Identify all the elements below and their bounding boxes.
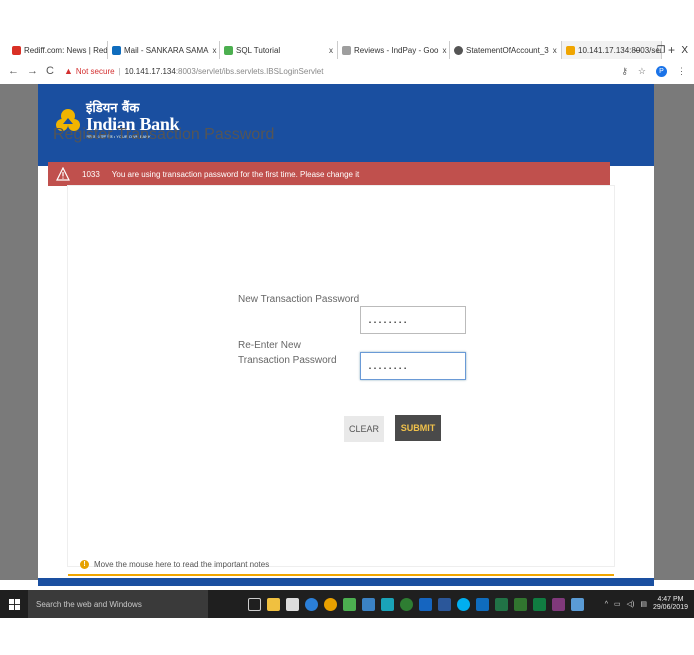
- windows-start-button[interactable]: [0, 590, 28, 618]
- url-path: :8003/servlet/ibs.servlets.IBSLoginServl…: [175, 66, 324, 76]
- alert-banner: 1033 You are using transaction password …: [48, 162, 610, 186]
- task-view-icon[interactable]: [248, 597, 261, 611]
- notes-divider: [68, 574, 614, 576]
- file-explorer-icon[interactable]: [267, 597, 280, 611]
- new-password-label: New Transaction Password: [238, 294, 360, 305]
- tray-chevron-icon[interactable]: ^: [605, 601, 608, 608]
- url-host: 10.141.17.134: [124, 66, 176, 76]
- paint-icon[interactable]: [381, 597, 394, 611]
- windows-taskbar: Search the web and Windows ^ ▭ ◁) ▤ 4:47…: [0, 590, 694, 618]
- media-icon[interactable]: [400, 597, 413, 611]
- address-bar: ← → C ▲ Not secure | 10.141.17.134:8003/…: [0, 60, 694, 82]
- tab-mail[interactable]: Mail - SANKARA SAMA x: [108, 41, 220, 59]
- close-icon[interactable]: x: [553, 46, 557, 55]
- key-icon[interactable]: ⚷: [621, 66, 628, 77]
- clear-button[interactable]: CLEAR: [344, 416, 384, 442]
- tab-label: Rediff.com: News | Redi: [24, 45, 108, 55]
- excel-icon[interactable]: [495, 597, 508, 611]
- volume-icon[interactable]: ◁): [627, 600, 635, 608]
- nav-buttons: ← → C: [8, 65, 54, 77]
- chrome-icon[interactable]: [324, 597, 337, 611]
- project-icon[interactable]: [514, 597, 527, 611]
- close-icon[interactable]: x: [442, 46, 446, 55]
- menu-dots-icon[interactable]: ⋮: [677, 66, 686, 77]
- network-icon[interactable]: ▭: [614, 600, 621, 608]
- taskbar-clock[interactable]: 4:47 PM 29/06/2019: [653, 596, 688, 613]
- tab-sql-tutorial[interactable]: SQL Tutorial x: [220, 41, 338, 59]
- edge-icon[interactable]: [305, 597, 318, 611]
- globe-icon: [454, 45, 463, 55]
- minimize-button[interactable]: –: [635, 45, 641, 56]
- submit-button[interactable]: SUBMIT: [395, 415, 441, 441]
- star-icon[interactable]: ☆: [638, 66, 646, 77]
- warning-triangle-icon[interactable]: ▲: [64, 66, 73, 76]
- not-secure-label[interactable]: Not secure: [76, 67, 115, 76]
- close-icon[interactable]: x: [329, 46, 333, 55]
- tab-label: SQL Tutorial: [236, 45, 281, 55]
- onenote-icon[interactable]: [552, 597, 565, 611]
- info-icon: !: [80, 560, 89, 569]
- notification-icon[interactable]: ▤: [640, 600, 647, 608]
- restore-button[interactable]: ❐: [656, 45, 665, 56]
- tab-label: Mail - SANKARA SAMA: [124, 45, 209, 55]
- window-controls: – ❐ X: [635, 41, 688, 59]
- play-store-icon: [342, 45, 351, 55]
- alert-message: You are using transaction password for t…: [111, 169, 360, 179]
- indian-bank-icon: [566, 45, 575, 55]
- rediff-icon: [12, 45, 21, 55]
- address-actions: ⚷ ☆ P ⋮: [621, 65, 686, 77]
- tab-label: Reviews - IndPay - Goo: [354, 45, 439, 55]
- people-app-icon[interactable]: [362, 597, 375, 611]
- bank-header: इंडियन बैंक Indian Bank आपका अपना बैंक •…: [38, 84, 654, 166]
- clock-time: 4:47 PM: [657, 595, 684, 603]
- address-divider: |: [118, 66, 121, 76]
- url-input[interactable]: 10.141.17.134:8003/servlet/ibs.servlets.…: [125, 67, 324, 76]
- close-icon[interactable]: x: [212, 46, 216, 55]
- tab-rediff[interactable]: Rediff.com: News | Redi x: [8, 41, 108, 59]
- password-form: New Transaction Password Re-Enter New Tr…: [68, 186, 614, 566]
- notes-text: Move the mouse here to read the importan…: [94, 560, 270, 569]
- reload-icon[interactable]: C: [46, 65, 54, 77]
- new-password-input[interactable]: [360, 306, 466, 334]
- w3schools-icon: [224, 45, 233, 55]
- page-viewport: इंडियन बैंक Indian Bank आपका अपना बैंक •…: [0, 84, 694, 580]
- warning-icon: [56, 167, 70, 181]
- outlook-icon: [112, 45, 121, 55]
- alert-code: 1033: [82, 169, 100, 179]
- back-arrow-icon[interactable]: ←: [8, 65, 19, 77]
- reenter-password-input[interactable]: [360, 352, 466, 380]
- taskbar-apps: [248, 597, 584, 611]
- word-icon[interactable]: [438, 597, 451, 611]
- downloads-icon[interactable]: [571, 597, 584, 611]
- sheets-icon[interactable]: [533, 597, 546, 611]
- tab-statement[interactable]: StatementOfAccount_3 x: [450, 41, 562, 59]
- system-tray: ^ ▭ ◁) ▤ 4:47 PM 29/06/2019: [605, 590, 688, 618]
- tab-strip: Rediff.com: News | Redi x Mail - SANKARA…: [8, 41, 694, 59]
- tab-reviews[interactable]: Reviews - IndPay - Goo x: [338, 41, 450, 59]
- taskbar-search[interactable]: Search the web and Windows: [28, 590, 208, 618]
- skype-icon[interactable]: [457, 597, 470, 611]
- clock-date: 29/06/2019: [652, 604, 688, 611]
- close-window-button[interactable]: X: [681, 45, 688, 56]
- store-icon[interactable]: [286, 597, 299, 611]
- page-title: Register Transaction Password: [53, 126, 275, 143]
- outlook-app-icon[interactable]: [476, 597, 489, 611]
- important-notes[interactable]: ! Move the mouse here to read the import…: [80, 560, 269, 569]
- mail-app-icon[interactable]: [419, 597, 432, 611]
- forward-arrow-icon[interactable]: →: [27, 65, 38, 77]
- tab-label: StatementOfAccount_3: [466, 45, 549, 55]
- profile-avatar[interactable]: P: [656, 65, 667, 77]
- windows-logo-icon: [8, 598, 20, 610]
- screen: Rediff.com: News | Redi x Mail - SANKARA…: [0, 0, 694, 655]
- reenter-password-label: Re-Enter New Transaction Password: [238, 340, 337, 366]
- network-app-icon[interactable]: [343, 597, 356, 611]
- footer-strip: [38, 578, 654, 586]
